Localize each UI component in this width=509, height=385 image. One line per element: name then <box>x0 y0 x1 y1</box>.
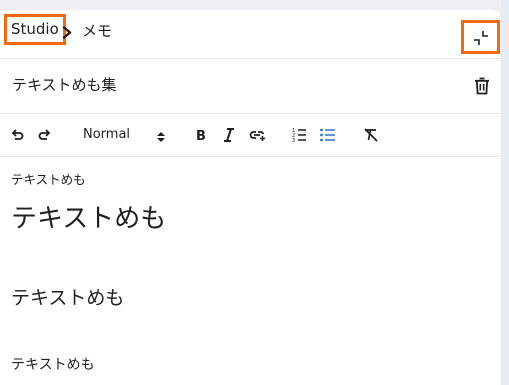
editor-content[interactable]: テキストめも テキストめも テキストめも テキストめも <box>0 157 501 385</box>
collapse-icon <box>474 31 488 45</box>
panel-header: Studio メモ <box>0 10 501 59</box>
heading-1: テキストめも <box>11 204 167 234</box>
trash-icon[interactable] <box>474 77 490 99</box>
memo-panel: Studio メモ テキストめも集 Normal B 1 2 3 テキストめも … <box>0 10 501 385</box>
link-icon[interactable] <box>249 127 266 143</box>
paragraph: テキストめも <box>11 357 95 373</box>
editor-toolbar: Normal B 1 2 3 <box>0 114 501 157</box>
scrollbar[interactable] <box>501 0 509 385</box>
breadcrumb-memo: メモ <box>82 22 113 40</box>
svg-text:B: B <box>196 129 206 143</box>
svg-text:3: 3 <box>292 138 295 143</box>
breadcrumb-studio[interactable]: Studio <box>4 14 66 45</box>
block-style-select[interactable]: Normal <box>83 126 130 143</box>
collapse-button[interactable] <box>461 20 500 54</box>
bullet-list-icon[interactable] <box>320 127 335 143</box>
bold-icon[interactable]: B <box>196 127 207 143</box>
ordered-list-icon[interactable]: 1 2 3 <box>292 127 306 143</box>
paragraph-small: テキストめも <box>11 172 86 187</box>
document-title[interactable]: テキストめも集 <box>12 74 117 96</box>
select-arrows-icon[interactable] <box>157 128 165 147</box>
heading-2: テキストめも <box>11 287 125 309</box>
undo-icon[interactable] <box>11 127 24 143</box>
clear-format-icon[interactable] <box>363 127 378 143</box>
redo-icon[interactable] <box>38 127 51 143</box>
chevron-right-icon <box>62 24 73 39</box>
document-title-row: テキストめも集 <box>0 59 501 114</box>
italic-icon[interactable] <box>223 127 235 143</box>
